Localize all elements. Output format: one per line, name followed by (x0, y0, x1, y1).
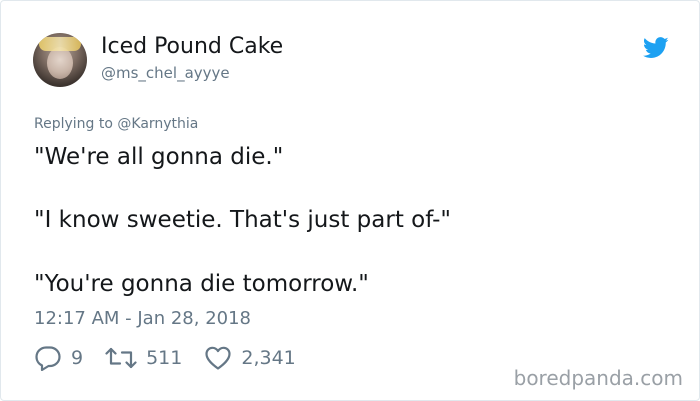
reply-icon (35, 346, 61, 371)
retweet-icon (105, 347, 137, 369)
author-name[interactable]: Iced Pound Cake (101, 34, 283, 59)
reply-count: 9 (71, 347, 84, 369)
tweet-text-line: "We're all gonna die." (34, 144, 284, 170)
tweet-actions: 9 511 2,341 (34, 344, 318, 372)
avatar-face (47, 47, 73, 79)
tweet-text-line: "You're gonna die tomorrow." (34, 271, 369, 297)
like-count: 2,341 (241, 347, 296, 369)
retweet-button[interactable]: 511 (105, 345, 182, 371)
replying-to[interactable]: Replying to @Karnythia (34, 116, 198, 132)
twitter-bird-icon[interactable] (643, 37, 669, 59)
author-handle[interactable]: @ms_chel_ayyye (101, 64, 230, 82)
avatar-flower-crown (39, 37, 81, 51)
heart-icon (205, 346, 231, 370)
tweet-text-line: "I know sweetie. That's just part of-" (34, 207, 451, 233)
tweet-timestamp[interactable]: 12:17 AM - Jan 28, 2018 (34, 308, 251, 329)
reply-button[interactable]: 9 (34, 345, 83, 371)
like-button[interactable]: 2,341 (204, 345, 296, 371)
watermark: boredpanda.com (513, 366, 683, 390)
avatar[interactable] (33, 33, 87, 87)
tweet-card: Iced Pound Cake @ms_chel_ayyye Replying … (0, 0, 700, 401)
retweet-count: 511 (146, 347, 183, 369)
